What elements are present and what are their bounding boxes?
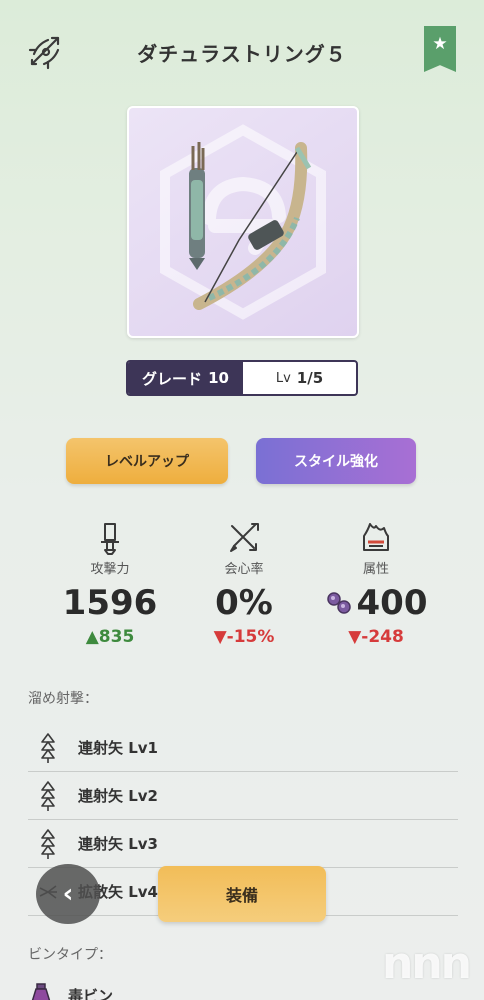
stat-value: 400 <box>316 583 436 623</box>
list-item: 連射矢 Lv2 <box>28 772 458 820</box>
style-upgrade-button[interactable]: スタイル強化 <box>256 438 416 484</box>
weapon-image-frame <box>127 106 359 338</box>
rapid-arrow-icon <box>41 780 55 811</box>
page-title: ダチュラストリング５ <box>137 42 347 66</box>
grade-value: 10 <box>208 369 229 387</box>
header: ダチュラストリング５ ★ <box>0 0 484 110</box>
list-item-label: 連射矢 Lv1 <box>78 739 158 757</box>
stat-value: 1596 <box>62 583 158 623</box>
poison-vial-icon <box>31 983 51 1000</box>
list-item-label: 連射矢 Lv3 <box>78 835 158 853</box>
poison-bubble-icon <box>326 592 351 614</box>
stat-label: 属性 <box>362 562 389 577</box>
watermark-logo: nnn <box>382 938 472 989</box>
attack-stat: 攻撃力 1596 ▲835 <box>50 520 170 647</box>
list-item: 連射矢 Lv3 <box>28 820 458 868</box>
level-up-button[interactable]: レベルアップ <box>66 438 228 484</box>
star-icon: ★ <box>432 34 448 54</box>
stat-label: 会心率 <box>224 562 264 577</box>
back-button[interactable]: ‹ <box>36 864 100 924</box>
grade-badge: グレード 10 <box>128 362 243 394</box>
stat-diff: ▲835 <box>85 627 135 647</box>
pin-type-label: ビンタイプ： <box>28 947 112 963</box>
grade-label: グレード <box>142 369 203 388</box>
level-value: 1/5 <box>296 369 324 387</box>
stat-label: 攻撃力 <box>90 562 130 577</box>
rapid-arrow-icon <box>41 828 55 859</box>
charge-shot-label: 溜め射撃： <box>28 691 98 707</box>
grade-level-indicator: グレード 10 Lv 1/5 <box>126 360 358 396</box>
list-item-label: 連射矢 Lv2 <box>78 787 158 805</box>
level-badge: Lv 1/5 <box>243 362 356 394</box>
element-stat: 属性 400 ▼-248 <box>316 520 436 647</box>
element-flame-icon <box>358 520 394 556</box>
stat-diff: ▼-248 <box>348 627 404 647</box>
equip-button[interactable]: 装備 <box>158 866 326 922</box>
crossed-blades-icon <box>226 520 262 556</box>
stat-value: 0% <box>215 583 273 623</box>
level-prefix: Lv <box>275 370 291 386</box>
list-item: 連射矢 Lv1 <box>28 724 458 772</box>
pin-type-value: 毒ビン <box>68 986 114 1000</box>
bow-weapon-image <box>160 124 326 320</box>
favorite-bookmark-button[interactable]: ★ <box>424 26 456 72</box>
pin-type-item: 毒ビン <box>28 982 113 1000</box>
critical-rate-stat: 会心率 0% ▼-15% <box>184 520 304 647</box>
rapid-arrow-icon <box>41 732 55 763</box>
sword-icon <box>92 520 128 556</box>
chevron-left-icon: ‹ <box>62 879 74 909</box>
stat-diff: ▼-15% <box>213 627 275 647</box>
